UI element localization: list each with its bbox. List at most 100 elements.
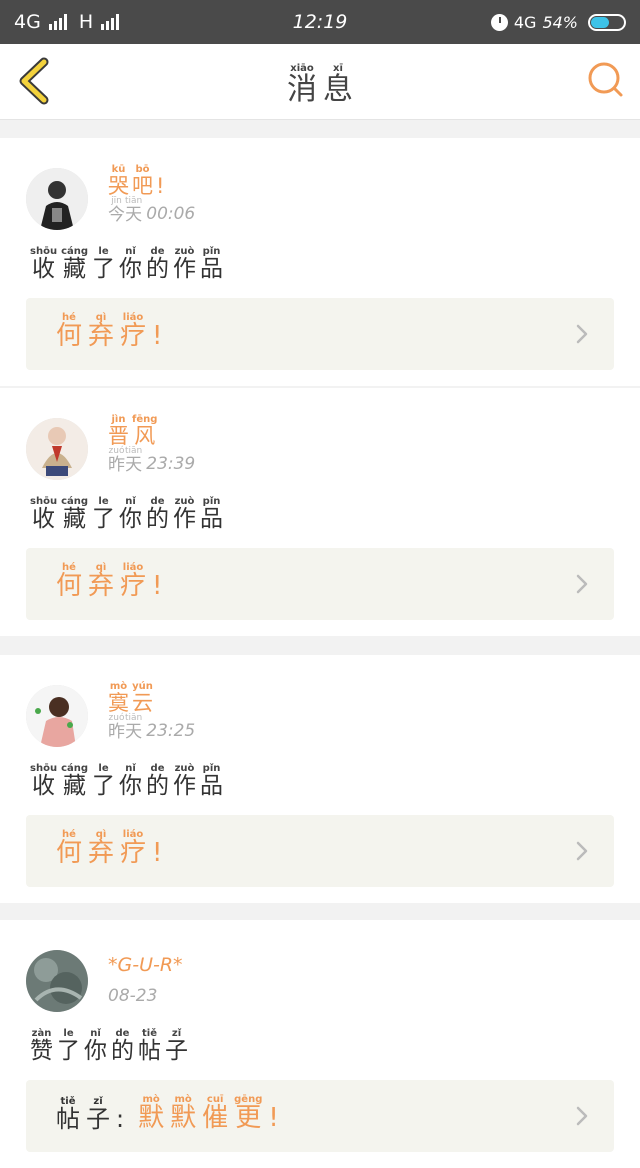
message-action-text: zàn 赞 le 了 nǐ 你 de 的 tiě 帖 zǐ 子 <box>30 1028 192 1063</box>
hanzi: 默 <box>138 1103 165 1133</box>
char-with-pinyin: ! <box>152 829 162 867</box>
char-with-pinyin: qì 弃 <box>88 562 114 600</box>
hanzi: : <box>116 1105 125 1134</box>
char-with-pinyin: zuó 昨 <box>108 713 125 742</box>
char-with-pinyin: le 了 <box>92 246 115 281</box>
hanzi: 吧 <box>132 174 153 198</box>
message-time: zuó 昨 tiān 天 23:25 <box>108 713 195 742</box>
char-with-pinyin: tiān 天 <box>125 713 142 742</box>
ref-title: hé 何 qì 弃 liáo 疗! <box>56 562 168 600</box>
char-with-pinyin: qì 弃 <box>88 312 114 350</box>
char-with-pinyin: de 的 <box>146 496 169 531</box>
char-with-pinyin: liáo 疗 <box>120 562 146 600</box>
username[interactable]: jìn 晋 fēng 风 <box>108 414 160 447</box>
network-label: 4G <box>513 12 537 32</box>
message-time: 08-23 <box>108 986 157 1006</box>
network-type-2: H <box>78 11 94 33</box>
referenced-work-link[interactable]: hé 何 qì 弃 liáo 疗! <box>26 815 614 887</box>
hanzi: 藏 <box>63 506 87 532</box>
hanzi: 了 <box>92 773 116 799</box>
message-card[interactable]: *G-U-R* 08-23 zàn 赞 le 了 nǐ 你 de 的 tiě 帖 zǐ 子 tiě 帖 zǐ 子:… <box>0 920 640 1168</box>
hanzi: 品 <box>200 256 224 282</box>
status-bar-left: 4G H <box>14 11 120 33</box>
message-card[interactable]: jìn 晋 fēng 风 zuó 昨 tiān 天 23:39 shōu 收 cáng 藏 le 了 nǐ 你 d… <box>0 388 640 636</box>
avatar[interactable] <box>26 418 88 480</box>
char-with-pinyin: shōu 收 <box>30 763 57 798</box>
char-with-pinyin: nǐ 你 <box>119 496 142 531</box>
avatar[interactable] <box>26 950 88 1012</box>
char-with-pinyin: jìn 晋 <box>108 414 129 447</box>
hanzi: 子 <box>165 1038 188 1064</box>
message-action-text: shōu 收 cáng 藏 le 了 nǐ 你 de 的 zuò 作 pǐn 品 <box>30 496 227 531</box>
username[interactable]: mò 寞 yún 云 <box>108 681 156 714</box>
char-with-pinyin: de 的 <box>146 246 169 281</box>
char-with-pinyin: yún 云 <box>132 681 153 714</box>
hanzi: 何 <box>56 571 83 601</box>
hanzi: 的 <box>146 256 170 282</box>
battery-percent: 54% <box>542 12 578 32</box>
char-with-pinyin: mò 寞 <box>108 681 129 714</box>
hanzi: 子 <box>86 1105 110 1134</box>
avatar[interactable] <box>26 685 88 747</box>
char-with-pinyin: bō 吧 <box>132 164 153 197</box>
char-with-pinyin: de 的 <box>111 1028 134 1063</box>
char-with-pinyin: jīn 今 <box>108 196 125 225</box>
char-with-pinyin: liáo 疗 <box>120 829 146 867</box>
char-with-pinyin: zuò 作 <box>173 496 196 531</box>
char-with-pinyin: pǐn 品 <box>200 246 223 281</box>
network-type-1: 4G <box>14 11 41 33</box>
username[interactable]: kū 哭 bō 吧! <box>108 164 167 197</box>
hanzi: 你 <box>84 1038 107 1064</box>
nav-bar: xiāo 消 xī 息 <box>0 44 640 120</box>
username[interactable]: *G-U-R* <box>108 954 183 976</box>
char-with-pinyin: zuó 昨 <box>108 446 125 475</box>
hanzi: 赞 <box>30 1038 53 1064</box>
char-with-pinyin: : <box>116 1096 124 1132</box>
referenced-work-link[interactable]: hé 何 qì 弃 liáo 疗! <box>26 548 614 620</box>
char-with-pinyin: tiān 天 <box>125 196 142 225</box>
referenced-work-title: tiě 帖 zǐ 子: mò 默 mò 默 cuī 催 gēng 更! <box>56 1094 285 1132</box>
char-with-pinyin: cáng 藏 <box>61 246 88 281</box>
hanzi: 疗 <box>120 571 147 601</box>
referenced-work-link[interactable]: hé 何 qì 弃 liáo 疗! <box>26 298 614 370</box>
char-with-pinyin: nǐ 你 <box>84 1028 107 1063</box>
hanzi: 收 <box>32 506 56 532</box>
message-action-text: shōu 收 cáng 藏 le 了 nǐ 你 de 的 zuò 作 pǐn 品 <box>30 763 227 798</box>
hanzi: ! <box>156 174 165 198</box>
message-card[interactable]: kū 哭 bō 吧! jīn 今 tiān 天 00:06 shōu 收 cáng 藏 le 了 nǐ 你 de 的… <box>0 138 640 386</box>
alarm-icon <box>490 13 508 31</box>
hanzi: 帖 <box>138 1038 161 1064</box>
battery-icon <box>588 13 626 31</box>
char-with-pinyin: gēng 更 <box>234 1094 262 1132</box>
char-with-pinyin: le 了 <box>57 1028 80 1063</box>
hanzi: 天 <box>125 722 143 742</box>
avatar[interactable] <box>26 168 88 230</box>
char-with-pinyin: tiě 帖 <box>138 1028 161 1063</box>
message-card[interactable]: mò 寞 yún 云 zuó 昨 tiān 天 23:25 shōu 收 cáng 藏 le 了 nǐ 你 de 的… <box>0 655 640 903</box>
char-with-pinyin: kū 哭 <box>108 164 129 197</box>
message-time: zuó 昨 tiān 天 23:39 <box>108 446 195 475</box>
char-with-pinyin: xī 息 <box>323 63 353 106</box>
referenced-work-title: hé 何 qì 弃 liáo 疗! <box>56 562 168 600</box>
time-value: 23:25 <box>146 721 196 742</box>
time-value: 00:06 <box>146 204 196 225</box>
char-with-pinyin: ! <box>152 562 162 600</box>
message-action-text: shōu 收 cáng 藏 le 了 nǐ 你 de 的 zuò 作 pǐn 品 <box>30 246 227 281</box>
hanzi: 昨 <box>108 455 125 475</box>
hanzi: 作 <box>173 773 197 799</box>
char-with-pinyin: le 了 <box>92 763 115 798</box>
char-with-pinyin: pǐn 品 <box>200 763 223 798</box>
hanzi: 风 <box>134 424 156 448</box>
hanzi: 昨 <box>108 722 125 742</box>
hanzi: 了 <box>92 256 116 282</box>
page-title: xiāo 消 xī 息 <box>0 56 640 106</box>
referenced-work-link[interactable]: tiě 帖 zǐ 子: mò 默 mò 默 cuī 催 gēng 更! <box>26 1080 614 1152</box>
char-with-pinyin: zuò 作 <box>173 246 196 281</box>
char-with-pinyin: zǐ 子 <box>86 1096 110 1132</box>
search-icon[interactable] <box>586 60 626 100</box>
char-with-pinyin: de 的 <box>146 763 169 798</box>
char-with-pinyin: pǐn 品 <box>200 496 223 531</box>
hanzi: 弃 <box>88 838 115 868</box>
char-with-pinyin: mò 默 <box>170 1094 196 1132</box>
char-with-pinyin: mò 默 <box>138 1094 164 1132</box>
